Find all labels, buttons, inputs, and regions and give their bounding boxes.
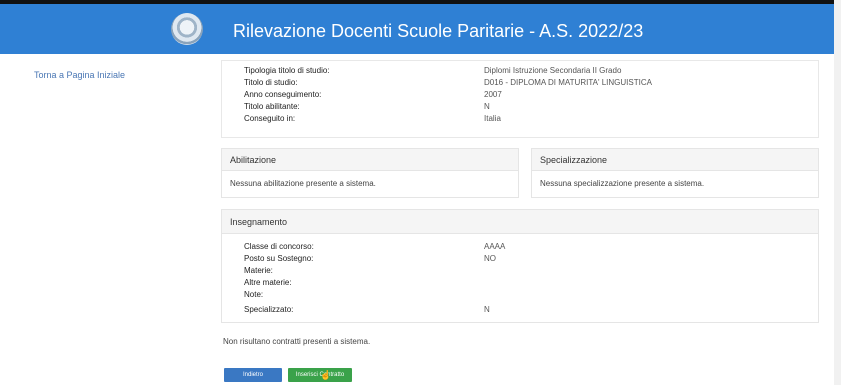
insegnamento-panel: Insegnamento Classe di concorso: AAAA Pos… bbox=[221, 209, 819, 323]
insegnamento-label: Altre materie: bbox=[244, 278, 292, 287]
titolo-value: 2007 bbox=[484, 90, 502, 99]
specializzazione-heading: Specializzazione bbox=[532, 149, 818, 171]
insegnamento-row: Classe di concorso: AAAA bbox=[244, 242, 505, 251]
back-to-home-link[interactable]: Torna a Pagina Iniziale bbox=[34, 70, 125, 80]
titolo-value: N bbox=[484, 102, 490, 111]
insegnamento-row: Altre materie: bbox=[244, 278, 484, 287]
insegnamento-value: AAAA bbox=[484, 242, 506, 251]
insegnamento-row: Note: bbox=[244, 290, 484, 299]
titolo-label: Anno conseguimento: bbox=[244, 90, 322, 99]
app-header: Rilevazione Docenti Scuole Paritarie - A… bbox=[0, 4, 834, 54]
scrollbar-track[interactable] bbox=[834, 0, 841, 385]
insegnamento-row: Specializzato: N bbox=[244, 305, 490, 314]
titolo-row: Tipologia titolo di studio: Diplomi Istru… bbox=[244, 66, 621, 75]
insegnamento-label: Materie: bbox=[244, 266, 273, 275]
titolo-label: Titolo abilitante: bbox=[244, 102, 300, 111]
insegnamento-value: N bbox=[484, 305, 490, 314]
titolo-label: Conseguito in: bbox=[244, 114, 296, 123]
abilitazione-heading: Abilitazione bbox=[222, 149, 518, 171]
titolo-row: Conseguito in: Italia bbox=[244, 114, 501, 123]
titolo-label: Tipologia titolo di studio: bbox=[244, 66, 330, 75]
specializzazione-message: Nessuna specializzazione presente a sist… bbox=[540, 179, 705, 188]
titolo-label: Titolo di studio: bbox=[244, 78, 298, 87]
insegnamento-heading: Insegnamento bbox=[222, 210, 818, 234]
page-title: Rilevazione Docenti Scuole Paritarie - A… bbox=[233, 21, 644, 41]
abilitazione-panel: Abilitazione Nessuna abilitazione presen… bbox=[221, 148, 519, 198]
contratti-message: Non risultano contratti presenti a siste… bbox=[223, 337, 371, 346]
hand-cursor-icon: ☝ bbox=[320, 370, 332, 380]
abilitazione-message: Nessuna abilitazione presente a sistema. bbox=[230, 179, 376, 188]
titolo-value: D016 - DIPLOMA DI MATURITA' LINGUISTICA bbox=[484, 78, 652, 87]
insegnamento-label: Classe di concorso: bbox=[244, 242, 314, 251]
titolo-value: Italia bbox=[484, 114, 501, 123]
specializzazione-panel: Specializzazione Nessuna specializzazion… bbox=[531, 148, 819, 198]
insegnamento-label: Specializzato: bbox=[244, 305, 294, 314]
republic-emblem-icon bbox=[171, 13, 203, 45]
back-button[interactable]: Indietro bbox=[224, 368, 282, 382]
insegnamento-label: Note: bbox=[244, 290, 264, 299]
titolo-studio-panel: Tipologia titolo di studio: Diplomi Istru… bbox=[221, 60, 819, 138]
insegnamento-value: NO bbox=[484, 254, 496, 263]
titolo-row: Anno conseguimento: 2007 bbox=[244, 90, 502, 99]
titolo-row: Titolo di studio: D016 - DIPLOMA DI MATUR… bbox=[244, 78, 652, 87]
insegnamento-row: Materie: bbox=[244, 266, 484, 275]
insegnamento-row: Posto su Sostegno: NO bbox=[244, 254, 496, 263]
titolo-value: Diplomi Istruzione Secondaria II Grado bbox=[484, 66, 622, 75]
titolo-row: Titolo abilitante: N bbox=[244, 102, 490, 111]
insegnamento-label: Posto su Sostegno: bbox=[244, 254, 314, 263]
